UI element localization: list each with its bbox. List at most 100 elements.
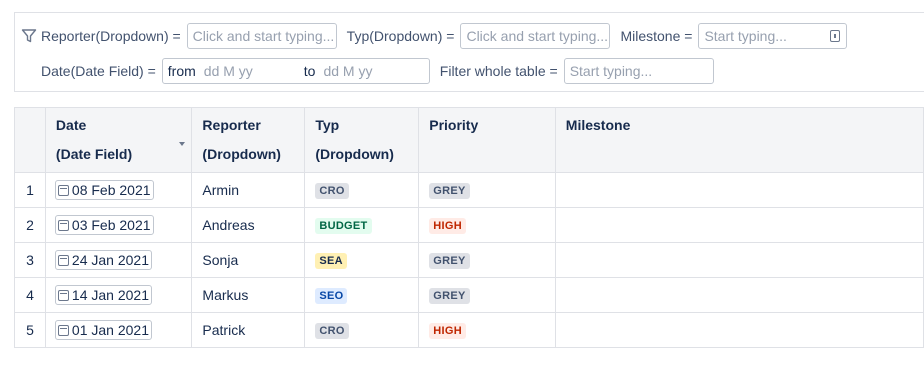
date-value: 14 Jan 2021	[71, 287, 149, 303]
priority-lozenge: GREY	[429, 288, 470, 304]
date-chip[interactable]: 08 Feb 2021	[54, 180, 154, 200]
date-to-label: to	[303, 63, 316, 79]
sort-descending-icon[interactable]	[179, 142, 186, 146]
priority-column-header[interactable]: Priority	[418, 107, 556, 173]
table-row: 4 14 Jan 2021 Markus SEO GREY	[14, 277, 924, 313]
table-filter-panel: Reporter(Dropdown) = Click and start typ…	[14, 12, 924, 92]
priority-cell: HIGH	[418, 312, 556, 348]
priority-lozenge: GREY	[429, 183, 470, 199]
milestone-filter-input[interactable]: Start typing...	[698, 23, 848, 49]
milestone-column-header[interactable]: Milestone	[554, 107, 924, 173]
table-row: 3 24 Jan 2021 Sonja SEA GREY	[14, 242, 924, 278]
date-value: 03 Feb 2021	[71, 217, 151, 233]
typ-cell: BUDGET	[304, 207, 420, 243]
row-number-header	[14, 107, 46, 173]
reporter-cell: Armin	[191, 172, 306, 208]
typ-cell: CRO	[304, 172, 420, 208]
date-cell: 03 Feb 2021	[44, 207, 193, 243]
date-value: 01 Jan 2021	[71, 322, 149, 338]
date-to-input[interactable]: dd M yy	[323, 59, 372, 83]
date-chip[interactable]: 01 Jan 2021	[54, 320, 152, 340]
column-header-subtitle: (Dropdown)	[202, 146, 281, 162]
typ-cell: SEO	[304, 277, 420, 313]
table-row: 2 03 Feb 2021 Andreas BUDGET HIGH	[14, 207, 924, 243]
column-header-title: Reporter	[202, 117, 261, 133]
typ-cell: SEA	[304, 242, 420, 278]
calendar-icon	[57, 219, 69, 231]
reporter-cell: Markus	[191, 277, 306, 313]
calendar-icon	[57, 289, 69, 301]
filter-row-2: Date(Date Field) = from dd M yy to dd M …	[15, 58, 724, 84]
date-range-filter[interactable]: from dd M yy to dd M yy	[161, 58, 430, 84]
typ-filter-placeholder: Click and start typing...	[466, 28, 609, 44]
column-header-title: Milestone	[565, 117, 631, 133]
reporter-cell: Andreas	[191, 207, 306, 243]
calendar-icon	[57, 254, 69, 266]
column-header-title: Typ	[315, 117, 340, 133]
date-cell: 24 Jan 2021	[44, 242, 193, 278]
milestone-cell	[554, 277, 924, 313]
funnel-icon[interactable]	[21, 28, 37, 44]
milestone-cell	[554, 312, 924, 348]
typ-filter-input[interactable]: Click and start typing...	[460, 23, 611, 49]
typ-lozenge: CRO	[315, 183, 349, 199]
date-cell: 14 Jan 2021	[44, 277, 193, 313]
table-row: 5 01 Jan 2021 Patrick CRO HIGH	[14, 312, 924, 348]
row-number: 1	[14, 172, 46, 208]
milestone-cell	[554, 207, 924, 243]
date-value: 24 Jan 2021	[71, 252, 149, 268]
row-number: 2	[14, 207, 46, 243]
whole-table-filter-input[interactable]: Start typing...	[563, 58, 714, 84]
row-number: 3	[14, 242, 46, 278]
date-cell: 01 Jan 2021	[44, 312, 193, 348]
column-header-title: Priority	[429, 117, 479, 133]
calendar-icon	[57, 184, 69, 196]
priority-cell: GREY	[418, 242, 556, 278]
filter-row-1: Reporter(Dropdown) = Click and start typ…	[15, 23, 857, 49]
date-cell: 08 Feb 2021	[44, 172, 193, 208]
date-value: 08 Feb 2021	[71, 182, 151, 198]
whole-table-filter-label: Filter whole table =	[439, 63, 558, 79]
column-header-subtitle: (Date Field)	[55, 146, 133, 162]
table-header-row: Date (Date Field) Reporter (Dropdown) Ty…	[14, 107, 924, 173]
typ-lozenge: SEA	[315, 253, 347, 269]
data-table: Date (Date Field) Reporter (Dropdown) Ty…	[14, 107, 924, 348]
reporter-cell: Patrick	[191, 312, 306, 348]
date-from-input[interactable]: dd M yy	[204, 59, 304, 83]
column-header-title: Date	[55, 117, 87, 133]
row-number: 4	[14, 277, 46, 313]
date-column-header[interactable]: Date (Date Field)	[44, 107, 193, 173]
row-number: 5	[14, 312, 46, 348]
priority-cell: HIGH	[418, 207, 556, 243]
typ-column-header[interactable]: Typ (Dropdown)	[304, 107, 420, 173]
reporter-cell: Sonja	[191, 242, 306, 278]
milestone-cell	[554, 172, 924, 208]
column-header-subtitle: (Dropdown)	[315, 146, 394, 162]
reporter-filter-placeholder: Click and start typing...	[192, 28, 335, 44]
date-filter-label: Date(Date Field) =	[41, 63, 156, 79]
date-chip[interactable]: 03 Feb 2021	[54, 215, 154, 235]
priority-lozenge: HIGH	[429, 218, 466, 234]
reporter-filter-label: Reporter(Dropdown) =	[41, 28, 181, 44]
priority-cell: GREY	[418, 172, 556, 208]
reporter-column-header[interactable]: Reporter (Dropdown)	[191, 107, 306, 173]
whole-table-filter-placeholder: Start typing...	[569, 63, 653, 79]
reporter-filter-input[interactable]: Click and start typing...	[186, 23, 337, 49]
milestone-filter-placeholder: Start typing...	[704, 28, 787, 44]
priority-lozenge: HIGH	[429, 323, 466, 339]
date-from-label: from	[167, 63, 196, 79]
date-chip[interactable]: 14 Jan 2021	[54, 285, 152, 305]
typ-lozenge: BUDGET	[315, 218, 372, 234]
milestone-picker-icon[interactable]	[830, 30, 841, 42]
typ-lozenge: SEO	[315, 288, 348, 304]
typ-lozenge: CRO	[315, 323, 349, 339]
date-chip[interactable]: 24 Jan 2021	[54, 250, 152, 270]
calendar-icon	[57, 324, 69, 336]
table-row: 1 08 Feb 2021 Armin CRO GREY	[14, 172, 924, 208]
typ-filter-label: Typ(Dropdown) =	[346, 28, 455, 44]
priority-lozenge: GREY	[429, 253, 470, 269]
milestone-cell	[554, 242, 924, 278]
typ-cell: CRO	[304, 312, 420, 348]
priority-cell: GREY	[418, 277, 556, 313]
milestone-filter-label: Milestone =	[620, 28, 693, 44]
